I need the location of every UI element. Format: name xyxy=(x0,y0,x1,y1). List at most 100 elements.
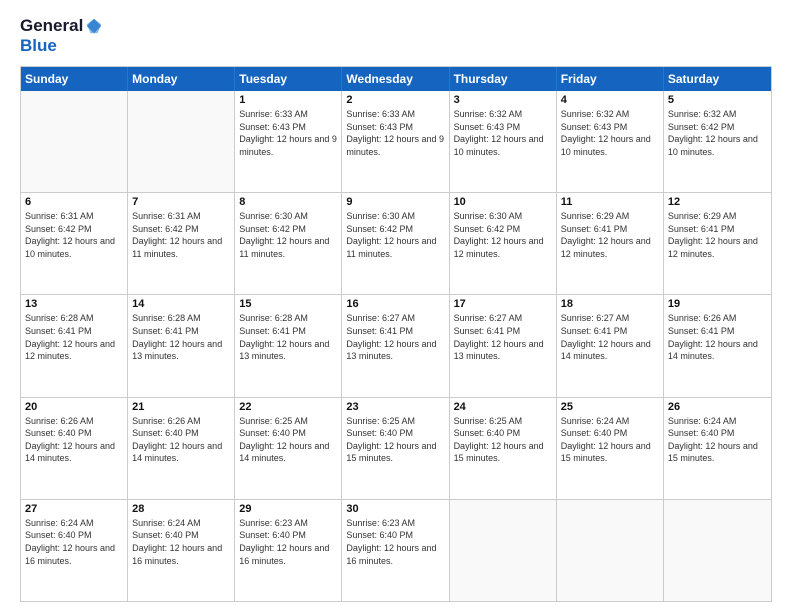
day-number: 6 xyxy=(25,196,123,208)
calendar-cell: 17 Sunrise: 6:27 AM Sunset: 6:41 PM Dayli… xyxy=(450,295,557,396)
day-info: Sunrise: 6:24 AM Sunset: 6:40 PM Dayligh… xyxy=(132,517,230,567)
calendar-cell: 16 Sunrise: 6:27 AM Sunset: 6:41 PM Dayli… xyxy=(342,295,449,396)
day-number: 12 xyxy=(668,196,767,208)
calendar-cell: 6 Sunrise: 6:31 AM Sunset: 6:42 PM Daylig… xyxy=(21,193,128,294)
logo: General Blue xyxy=(20,16,103,56)
calendar-cell: 12 Sunrise: 6:29 AM Sunset: 6:41 PM Dayli… xyxy=(664,193,771,294)
day-info: Sunrise: 6:24 AM Sunset: 6:40 PM Dayligh… xyxy=(561,415,659,465)
day-info: Sunrise: 6:29 AM Sunset: 6:41 PM Dayligh… xyxy=(561,210,659,260)
logo-icon xyxy=(85,17,103,35)
day-number: 19 xyxy=(668,298,767,310)
logo-general-text: General xyxy=(20,16,83,36)
day-number: 15 xyxy=(239,298,337,310)
calendar-cell: 11 Sunrise: 6:29 AM Sunset: 6:41 PM Dayli… xyxy=(557,193,664,294)
day-info: Sunrise: 6:27 AM Sunset: 6:41 PM Dayligh… xyxy=(454,312,552,362)
day-number: 4 xyxy=(561,94,659,106)
calendar-cell: 9Sunrise: 6:30 AM Sunset: 6:42 PM Daylig… xyxy=(342,193,449,294)
calendar-cell: 19 Sunrise: 6:26 AM Sunset: 6:41 PM Dayli… xyxy=(664,295,771,396)
calendar-cell: 26 Sunrise: 6:24 AM Sunset: 6:40 PM Dayli… xyxy=(664,398,771,499)
day-info: Sunrise: 6:30 AM Sunset: 6:42 PM Dayligh… xyxy=(346,210,444,260)
calendar-cell: 10 Sunrise: 6:30 AM Sunset: 6:42 PM Dayli… xyxy=(450,193,557,294)
calendar-cell: 4 Sunrise: 6:32 AM Sunset: 6:43 PM Daylig… xyxy=(557,91,664,192)
calendar-week: 20 Sunrise: 6:26 AM Sunset: 6:40 PM Dayli… xyxy=(21,398,771,500)
calendar-week: 1 Sunrise: 6:33 AM Sunset: 6:43 PM Daylig… xyxy=(21,91,771,193)
day-number: 22 xyxy=(239,401,337,413)
calendar-cell: 18 Sunrise: 6:27 AM Sunset: 6:41 PM Dayli… xyxy=(557,295,664,396)
day-number: 27 xyxy=(25,503,123,515)
day-info: Sunrise: 6:26 AM Sunset: 6:41 PM Dayligh… xyxy=(668,312,767,362)
day-number: 16 xyxy=(346,298,444,310)
day-number: 5 xyxy=(668,94,767,106)
day-number: 10 xyxy=(454,196,552,208)
calendar-cell: 24 Sunrise: 6:25 AM Sunset: 6:40 PM Dayli… xyxy=(450,398,557,499)
day-info: Sunrise: 6:29 AM Sunset: 6:41 PM Dayligh… xyxy=(668,210,767,260)
day-number: 2 xyxy=(346,94,444,106)
calendar-cell: 30 Sunrise: 6:23 AM Sunset: 6:40 PM Dayli… xyxy=(342,500,449,601)
calendar-week: 27 Sunrise: 6:24 AM Sunset: 6:40 PM Dayli… xyxy=(21,500,771,601)
calendar-cell: 29Sunrise: 6:23 AM Sunset: 6:40 PM Dayli… xyxy=(235,500,342,601)
day-number: 26 xyxy=(668,401,767,413)
calendar-cell: 15 Sunrise: 6:28 AM Sunset: 6:41 PM Dayli… xyxy=(235,295,342,396)
calendar-cell: 23Sunrise: 6:25 AM Sunset: 6:40 PM Dayli… xyxy=(342,398,449,499)
calendar-cell: 20Sunrise: 6:26 AM Sunset: 6:40 PM Dayli… xyxy=(21,398,128,499)
day-info: Sunrise: 6:28 AM Sunset: 6:41 PM Dayligh… xyxy=(239,312,337,362)
calendar-cell: 1Sunrise: 6:33 AM Sunset: 6:43 PM Daylig… xyxy=(235,91,342,192)
calendar-cell: 13Sunrise: 6:28 AM Sunset: 6:41 PM Dayli… xyxy=(21,295,128,396)
day-info: Sunrise: 6:27 AM Sunset: 6:41 PM Dayligh… xyxy=(346,312,444,362)
day-number: 25 xyxy=(561,401,659,413)
calendar-header-cell: Monday xyxy=(128,67,235,91)
calendar-cell: 21 Sunrise: 6:26 AM Sunset: 6:40 PM Dayli… xyxy=(128,398,235,499)
day-info: Sunrise: 6:31 AM Sunset: 6:42 PM Dayligh… xyxy=(25,210,123,260)
calendar-cell xyxy=(21,91,128,192)
day-number: 13 xyxy=(25,298,123,310)
day-number: 18 xyxy=(561,298,659,310)
calendar-cell: 7Sunrise: 6:31 AM Sunset: 6:42 PM Daylig… xyxy=(128,193,235,294)
day-info: Sunrise: 6:32 AM Sunset: 6:43 PM Dayligh… xyxy=(561,108,659,158)
day-number: 21 xyxy=(132,401,230,413)
day-info: Sunrise: 6:26 AM Sunset: 6:40 PM Dayligh… xyxy=(132,415,230,465)
day-info: Sunrise: 6:32 AM Sunset: 6:42 PM Dayligh… xyxy=(668,108,767,158)
calendar-cell: 14Sunrise: 6:28 AM Sunset: 6:41 PM Dayli… xyxy=(128,295,235,396)
day-info: Sunrise: 6:24 AM Sunset: 6:40 PM Dayligh… xyxy=(25,517,123,567)
calendar-cell: 5 Sunrise: 6:32 AM Sunset: 6:42 PM Daylig… xyxy=(664,91,771,192)
day-info: Sunrise: 6:30 AM Sunset: 6:42 PM Dayligh… xyxy=(454,210,552,260)
day-info: Sunrise: 6:31 AM Sunset: 6:42 PM Dayligh… xyxy=(132,210,230,260)
day-number: 8 xyxy=(239,196,337,208)
calendar-cell: 22Sunrise: 6:25 AM Sunset: 6:40 PM Dayli… xyxy=(235,398,342,499)
day-info: Sunrise: 6:27 AM Sunset: 6:41 PM Dayligh… xyxy=(561,312,659,362)
calendar-header-row: SundayMondayTuesdayWednesdayThursdayFrid… xyxy=(21,67,771,91)
day-number: 20 xyxy=(25,401,123,413)
calendar-header-cell: Wednesday xyxy=(342,67,449,91)
day-info: Sunrise: 6:33 AM Sunset: 6:43 PM Dayligh… xyxy=(346,108,444,158)
calendar-cell: 28 Sunrise: 6:24 AM Sunset: 6:40 PM Dayli… xyxy=(128,500,235,601)
day-info: Sunrise: 6:23 AM Sunset: 6:40 PM Dayligh… xyxy=(346,517,444,567)
calendar-cell: 8 Sunrise: 6:30 AM Sunset: 6:42 PM Daylig… xyxy=(235,193,342,294)
day-number: 3 xyxy=(454,94,552,106)
day-number: 29 xyxy=(239,503,337,515)
day-info: Sunrise: 6:25 AM Sunset: 6:40 PM Dayligh… xyxy=(346,415,444,465)
day-info: Sunrise: 6:25 AM Sunset: 6:40 PM Dayligh… xyxy=(454,415,552,465)
calendar-body: 1 Sunrise: 6:33 AM Sunset: 6:43 PM Daylig… xyxy=(21,91,771,601)
calendar-cell xyxy=(664,500,771,601)
calendar-header-cell: Friday xyxy=(557,67,664,91)
day-number: 11 xyxy=(561,196,659,208)
calendar-header-cell: Thursday xyxy=(450,67,557,91)
calendar-cell xyxy=(450,500,557,601)
calendar-header-cell: Saturday xyxy=(664,67,771,91)
calendar-cell: 2 Sunrise: 6:33 AM Sunset: 6:43 PM Daylig… xyxy=(342,91,449,192)
day-info: Sunrise: 6:24 AM Sunset: 6:40 PM Dayligh… xyxy=(668,415,767,465)
day-info: Sunrise: 6:32 AM Sunset: 6:43 PM Dayligh… xyxy=(454,108,552,158)
page-header: General Blue xyxy=(20,16,772,56)
calendar-cell xyxy=(557,500,664,601)
logo-blue-text: Blue xyxy=(20,36,103,56)
day-number: 24 xyxy=(454,401,552,413)
calendar-week: 13 Sunrise: 6:28 AM Sunset: 6:41 PM Dayli… xyxy=(21,295,771,397)
day-info: Sunrise: 6:30 AM Sunset: 6:42 PM Dayligh… xyxy=(239,210,337,260)
day-number: 1 xyxy=(239,94,337,106)
day-number: 17 xyxy=(454,298,552,310)
day-number: 30 xyxy=(346,503,444,515)
calendar: SundayMondayTuesdayWednesdayThursdayFrid… xyxy=(20,66,772,602)
calendar-cell: 27 Sunrise: 6:24 AM Sunset: 6:40 PM Dayli… xyxy=(21,500,128,601)
day-number: 28 xyxy=(132,503,230,515)
day-number: 14 xyxy=(132,298,230,310)
